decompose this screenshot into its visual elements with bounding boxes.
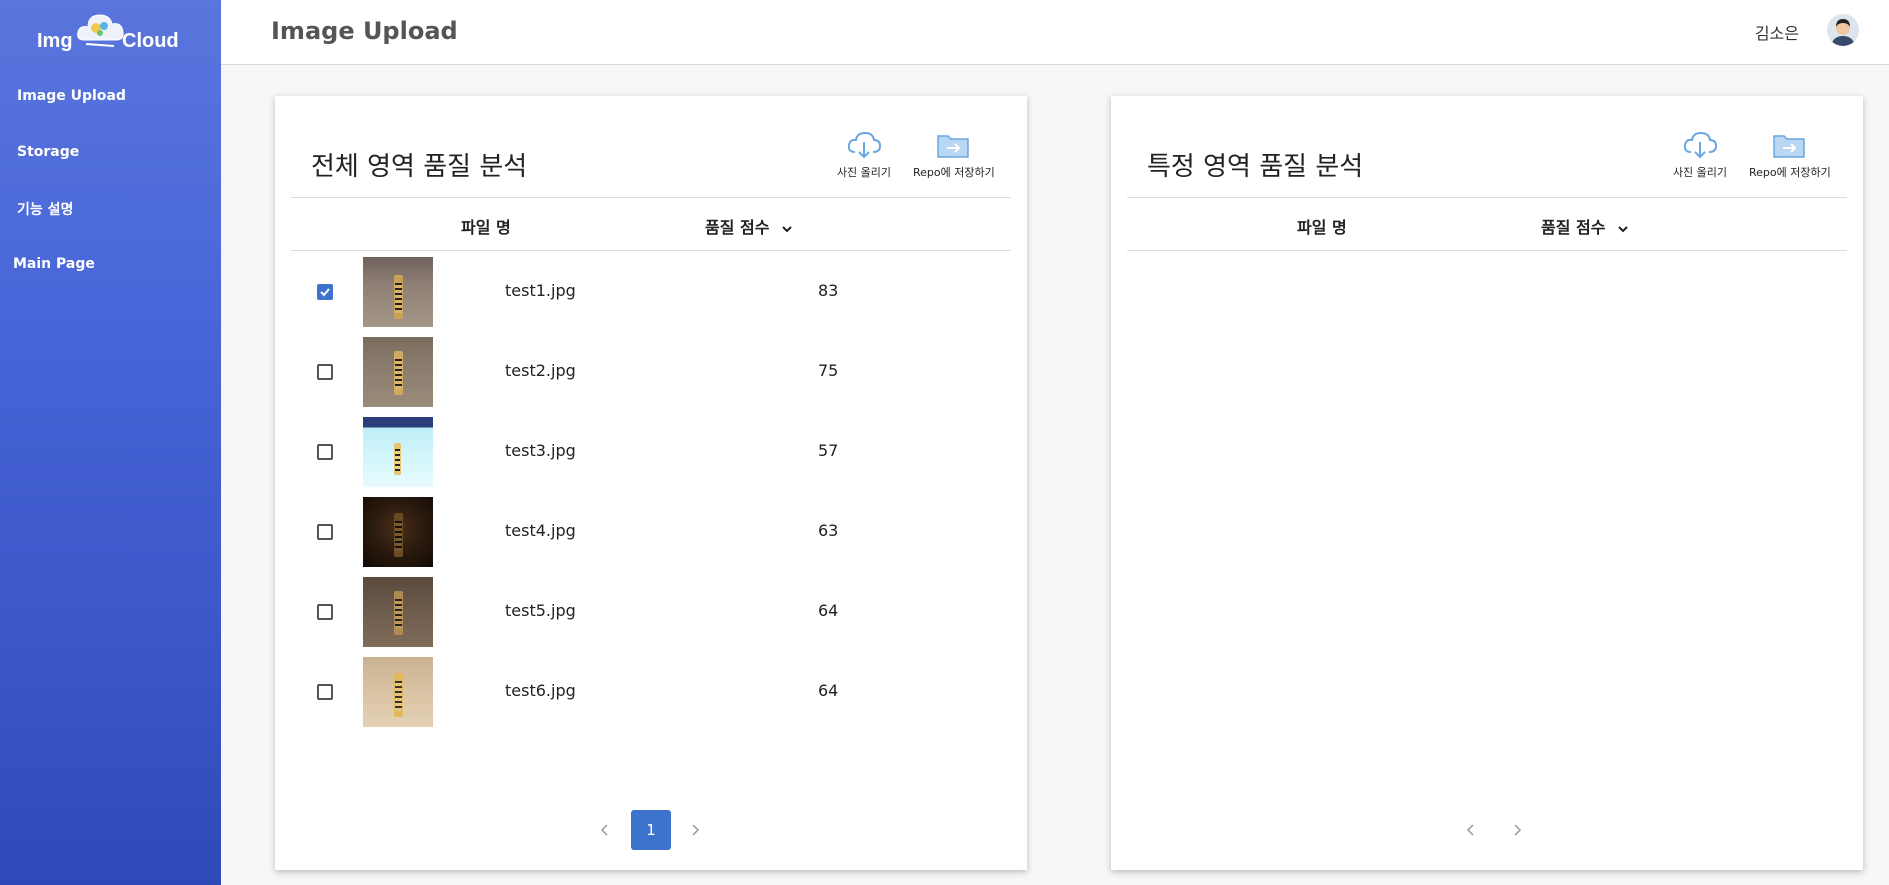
column-header-filename: 파일 명 xyxy=(1297,218,1347,237)
save-to-repo-button[interactable]: Repo에 저장하기 xyxy=(1749,130,1831,180)
quality-score: 63 xyxy=(818,521,839,540)
image-thumbnail xyxy=(363,257,433,327)
user-name[interactable]: 김소은 xyxy=(1755,20,1799,44)
full-area-quality-panel: 전체 영역 품질 분석 사진 올리기 Repo에 저장하기 파일 명 품질 점수 xyxy=(275,96,1027,870)
save-to-repo-label: Repo에 저장하기 xyxy=(1749,166,1831,179)
save-to-repo-button[interactable]: Repo에 저장하기 xyxy=(913,130,995,180)
table-row[interactable]: test2.jpg 75 xyxy=(275,334,1027,414)
table-row[interactable]: test3.jpg 57 xyxy=(275,414,1027,494)
user-avatar-icon xyxy=(1827,14,1859,46)
file-name: test4.jpg xyxy=(505,521,576,540)
upload-photo-label: 사진 올리기 xyxy=(836,166,892,179)
row-checkbox[interactable] xyxy=(317,524,333,540)
quality-score: 83 xyxy=(818,281,839,300)
divider xyxy=(291,250,1011,251)
sidebar: Img Cloud Image Upload Storage 기능 설명 Mai… xyxy=(0,0,221,885)
upload-photo-label: 사진 올리기 xyxy=(1672,166,1728,179)
sidebar-item-feature-description[interactable]: 기능 설명 xyxy=(0,197,221,219)
chevron-left-icon[interactable] xyxy=(1463,822,1479,838)
pagination: 1 xyxy=(275,810,1027,850)
quality-score: 64 xyxy=(818,601,839,620)
image-thumbnail xyxy=(363,577,433,647)
sidebar-item-label: Image Upload xyxy=(17,88,126,104)
chevron-down-icon[interactable] xyxy=(781,223,793,235)
row-checkbox[interactable] xyxy=(317,364,333,380)
specific-area-quality-panel: 특정 영역 품질 분석 사진 올리기 Repo에 저장하기 파일 명 품질 점수 xyxy=(1111,96,1863,870)
file-name: test1.jpg xyxy=(505,281,576,300)
page-title: Image Upload xyxy=(271,17,458,45)
row-checkbox[interactable] xyxy=(317,604,333,620)
avatar[interactable] xyxy=(1827,14,1859,46)
upload-photo-button[interactable]: 사진 올리기 xyxy=(1660,130,1740,180)
panel-title: 특정 영역 품질 분석 xyxy=(1147,152,1364,182)
chevron-right-icon[interactable] xyxy=(1509,822,1525,838)
chevron-down-icon[interactable] xyxy=(1617,223,1629,235)
pagination xyxy=(1111,810,1863,850)
panel-title: 전체 영역 품질 분석 xyxy=(311,152,528,182)
table-row[interactable]: test5.jpg 64 xyxy=(275,574,1027,654)
folder-icon xyxy=(937,135,969,158)
top-bar: Image Upload 김소은 xyxy=(221,0,1889,65)
column-header-score[interactable]: 품질 점수 xyxy=(705,214,793,238)
sidebar-item-label: Main Page xyxy=(13,256,95,272)
sidebar-item-label: 기능 설명 xyxy=(17,202,74,218)
table-row[interactable]: test1.jpg 83 xyxy=(275,254,1027,334)
cloud-upload-icon xyxy=(847,131,882,159)
logo-text-img: Img xyxy=(37,30,73,52)
row-checkbox[interactable] xyxy=(317,684,333,700)
quality-score: 75 xyxy=(818,361,839,380)
table-row[interactable]: test4.jpg 63 xyxy=(275,494,1027,574)
sidebar-item-storage[interactable]: Storage xyxy=(0,142,221,164)
save-to-repo-label: Repo에 저장하기 xyxy=(913,166,995,179)
folder-icon xyxy=(1773,135,1805,158)
chevron-right-icon[interactable] xyxy=(687,822,703,838)
app-logo[interactable]: Img Cloud xyxy=(34,6,184,58)
page-1-button[interactable]: 1 xyxy=(631,810,671,850)
column-header-score-label: 품질 점수 xyxy=(1541,218,1606,237)
image-thumbnail xyxy=(363,417,433,487)
chevron-left-icon[interactable] xyxy=(597,822,613,838)
row-checkbox[interactable] xyxy=(317,444,333,460)
upload-photo-button[interactable]: 사진 올리기 xyxy=(824,130,904,180)
divider xyxy=(1127,250,1847,251)
sidebar-item-image-upload[interactable]: Image Upload xyxy=(0,86,221,108)
column-header-score-label: 품질 점수 xyxy=(705,218,770,237)
file-name: test3.jpg xyxy=(505,441,576,460)
file-name: test6.jpg xyxy=(505,681,576,700)
quality-score: 64 xyxy=(818,681,839,700)
divider xyxy=(1127,197,1847,198)
quality-score: 57 xyxy=(818,441,839,460)
logo-text-cloud: Cloud xyxy=(122,30,179,52)
file-name: test5.jpg xyxy=(505,601,576,620)
image-thumbnail xyxy=(363,337,433,407)
cloud-upload-icon xyxy=(1683,131,1718,159)
cloud-logo-icon xyxy=(77,14,124,47)
sidebar-item-main-page[interactable]: Main Page xyxy=(0,254,221,276)
image-thumbnail xyxy=(363,497,433,567)
row-checkbox[interactable] xyxy=(317,284,333,300)
column-header-filename: 파일 명 xyxy=(461,218,511,237)
image-thumbnail xyxy=(363,657,433,727)
checkmark-icon xyxy=(320,288,330,297)
sidebar-item-label: Storage xyxy=(17,144,80,160)
divider xyxy=(291,197,1011,198)
table-row[interactable]: test6.jpg 64 xyxy=(275,654,1027,734)
column-header-score[interactable]: 품질 점수 xyxy=(1541,214,1629,238)
file-name: test2.jpg xyxy=(505,361,576,380)
